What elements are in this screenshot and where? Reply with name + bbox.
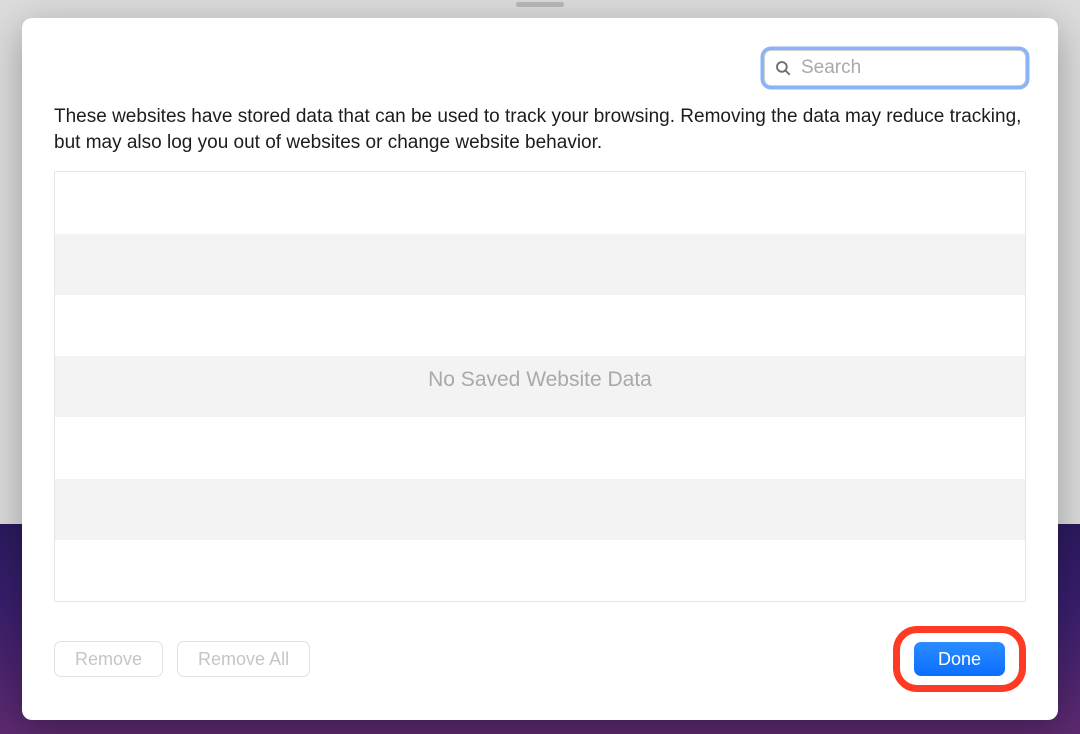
list-row xyxy=(55,295,1025,356)
titlebar-handle xyxy=(516,2,564,7)
empty-list-message: No Saved Website Data xyxy=(428,368,652,392)
list-row xyxy=(55,172,1025,233)
website-data-list[interactable]: No Saved Website Data xyxy=(54,171,1026,602)
button-row: Remove Remove All Done xyxy=(54,624,1026,694)
description-text: These websites have stored data that can… xyxy=(54,104,1026,155)
remove-all-button[interactable]: Remove All xyxy=(177,641,310,677)
search-wrapper xyxy=(764,50,1026,86)
search-row xyxy=(54,50,1026,86)
search-input[interactable] xyxy=(764,50,1026,86)
website-data-modal: These websites have stored data that can… xyxy=(22,18,1058,720)
list-row xyxy=(55,540,1025,601)
list-row xyxy=(55,234,1025,295)
done-button-highlight: Done xyxy=(893,626,1026,692)
list-row xyxy=(55,417,1025,478)
list-row xyxy=(55,479,1025,540)
button-group-left: Remove Remove All xyxy=(54,641,310,677)
done-button[interactable]: Done xyxy=(914,642,1005,676)
remove-button[interactable]: Remove xyxy=(54,641,163,677)
